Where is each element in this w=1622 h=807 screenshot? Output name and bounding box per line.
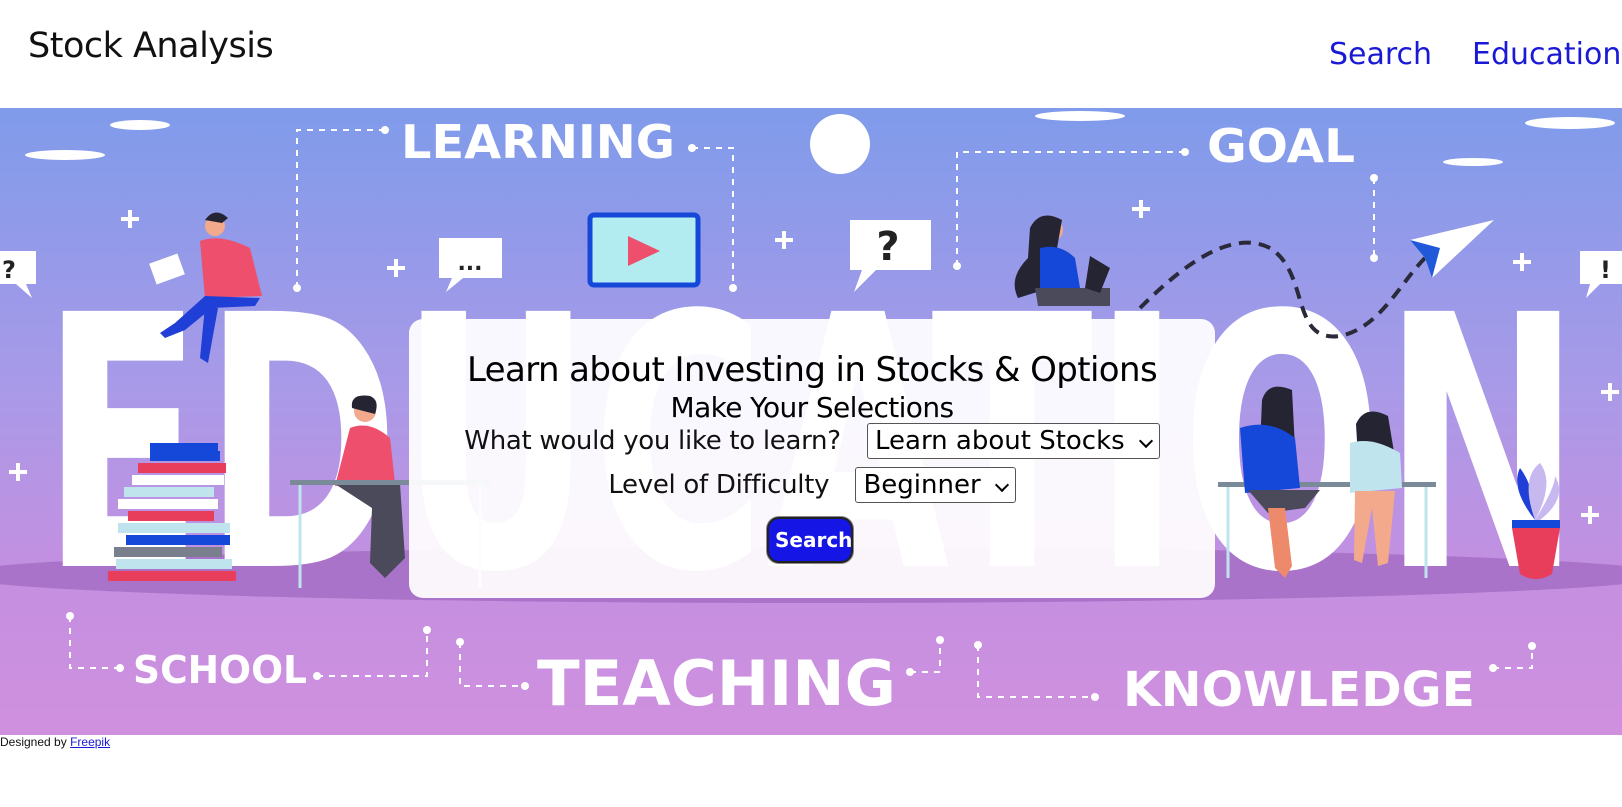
brand-title[interactable]: Stock Analysis bbox=[28, 26, 274, 66]
video-player-icon bbox=[587, 212, 701, 288]
nav-education-link[interactable]: Education bbox=[1472, 37, 1621, 72]
goal-word: GOAL bbox=[1207, 119, 1355, 173]
hero-banner: EDUCATION bbox=[0, 108, 1622, 735]
question-bubble-mid: ? bbox=[876, 224, 899, 270]
chevron-down-icon bbox=[1138, 433, 1153, 449]
dots-bubble: ... bbox=[457, 251, 482, 276]
credit-prefix: Designed by bbox=[0, 735, 67, 749]
learn-select-value: Learn about Stocks bbox=[874, 426, 1125, 456]
difficulty-select-value: Beginner bbox=[863, 470, 981, 500]
difficulty-select[interactable]: Beginner bbox=[855, 467, 1016, 503]
selection-card: Learn about Investing in Stocks & Option… bbox=[409, 319, 1215, 598]
chevron-down-icon bbox=[994, 477, 1009, 493]
person-laptop bbox=[1014, 215, 1110, 306]
top-header: Stock Analysis Search Education bbox=[0, 0, 1622, 108]
learning-word: LEARNING bbox=[401, 115, 675, 169]
knowledge-word: KNOWLEDGE bbox=[1123, 662, 1475, 718]
learn-row: What would you like to learn? Learn abou… bbox=[409, 423, 1215, 459]
question-bubble-left: ? bbox=[2, 256, 16, 284]
image-credit: Designed by Freepik bbox=[0, 735, 110, 749]
school-word: SCHOOL bbox=[133, 648, 307, 692]
learn-label: What would you like to learn? bbox=[464, 425, 841, 456]
teaching-word: TEACHING bbox=[537, 647, 896, 720]
card-subtitle: Make Your Selections bbox=[670, 391, 955, 424]
difficulty-row: Level of Difficulty Beginner bbox=[409, 467, 1215, 503]
search-button[interactable]: Search bbox=[767, 517, 853, 563]
card-title: Learn about Investing in Stocks & Option… bbox=[466, 350, 1158, 390]
learn-select[interactable]: Learn about Stocks bbox=[866, 423, 1160, 459]
freepik-link[interactable]: Freepik bbox=[70, 735, 110, 749]
difficulty-label: Level of Difficulty bbox=[608, 469, 830, 500]
nav-search-link[interactable]: Search bbox=[1329, 37, 1432, 72]
exclamation-bubble: ! bbox=[1600, 256, 1611, 284]
